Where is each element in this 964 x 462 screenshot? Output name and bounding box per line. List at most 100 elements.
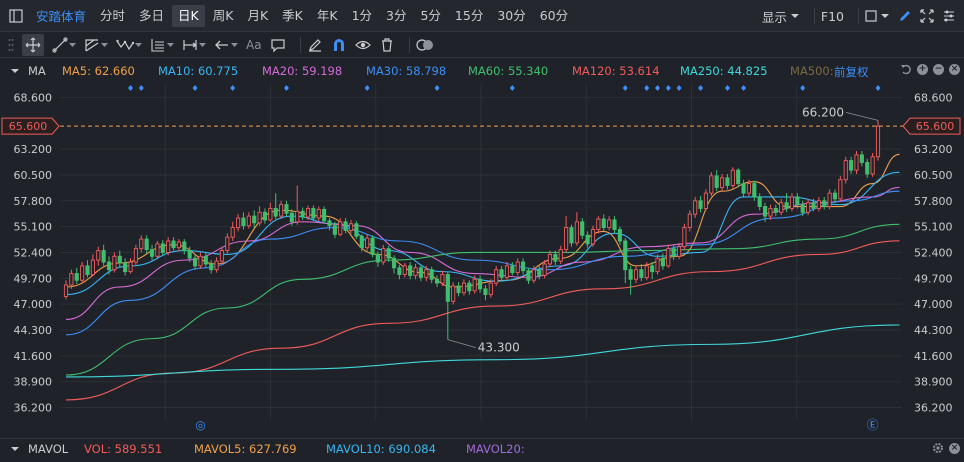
- period-tab[interactable]: 日K: [172, 4, 205, 27]
- period-tab[interactable]: 3分: [380, 5, 412, 27]
- chevron-down-icon: [135, 42, 142, 47]
- sidebar-toggle-icon[interactable]: [6, 6, 26, 26]
- candle-body: [870, 156, 875, 175]
- candle-body: [434, 278, 440, 284]
- candle: [494, 265, 499, 286]
- event-marker-diamond: [622, 85, 628, 91]
- undo-icon[interactable]: [900, 63, 912, 75]
- candle-body: [596, 218, 601, 230]
- candle-body: [779, 202, 784, 213]
- stock-name[interactable]: 安踏体育: [36, 6, 86, 25]
- ma60-value: MA60: 55.340: [468, 64, 549, 78]
- magnet-icon[interactable]: [331, 34, 347, 56]
- display-dropdown[interactable]: 显示: [762, 7, 800, 26]
- eye-icon[interactable]: [354, 34, 371, 56]
- candle: [456, 282, 461, 297]
- candle-body: [252, 215, 257, 224]
- divider: [858, 8, 859, 24]
- candle-body: [343, 221, 348, 231]
- add-indicator-icon[interactable]: +: [917, 63, 928, 75]
- trend-line-icon[interactable]: [52, 34, 76, 56]
- ma-indicator-label[interactable]: MA: [28, 64, 46, 78]
- candle: [198, 252, 203, 269]
- channel-line-icon[interactable]: [84, 34, 108, 56]
- event-marker-diamond: [665, 85, 671, 91]
- candle-body: [445, 274, 450, 302]
- period-tab[interactable]: 5分: [414, 5, 446, 27]
- period-tab[interactable]: 30分: [491, 5, 531, 27]
- divider: [813, 8, 815, 24]
- candle-body: [106, 261, 112, 271]
- settings-sliders-icon[interactable]: [942, 9, 956, 23]
- candlestick-chart[interactable]: ◎ Ⓔ 65.600 65.60066.20043.300 68.600 68.600…: [0, 80, 964, 436]
- event-marker-diamond: [676, 85, 682, 91]
- candle-body: [246, 215, 251, 227]
- event-markers: ◎ Ⓔ: [128, 85, 881, 432]
- y-tick-label-right: 49.700: [914, 272, 953, 285]
- wave-pattern-icon[interactable]: [116, 34, 142, 56]
- candle-body: [192, 257, 198, 267]
- period-tab[interactable]: 周K: [207, 5, 240, 27]
- candle: [752, 180, 757, 201]
- collapse-chevron-icon[interactable]: [10, 67, 20, 75]
- candle: [257, 206, 262, 226]
- candle: [90, 254, 95, 277]
- fullscreen-icon[interactable]: [920, 9, 934, 23]
- min-price-leader: [447, 339, 476, 348]
- candle-body: [504, 265, 510, 278]
- event-marker-diamond: [800, 85, 806, 91]
- period-tab[interactable]: 分时: [94, 5, 131, 27]
- arrow-left-icon[interactable]: [214, 34, 238, 56]
- candle: [601, 214, 606, 232]
- candle-body: [725, 177, 730, 186]
- chevron-down-icon: [167, 42, 174, 47]
- fibonacci-grid-icon[interactable]: [150, 34, 174, 56]
- eraser-pen-icon[interactable]: [307, 34, 323, 56]
- period-tab[interactable]: 年K: [311, 5, 344, 27]
- drag-handle-icon[interactable]: [8, 34, 14, 56]
- period-tab[interactable]: 月K: [241, 5, 274, 27]
- trash-icon[interactable]: [379, 34, 395, 56]
- candle-body: [612, 219, 617, 230]
- candle: [144, 235, 149, 254]
- candle-body: [182, 241, 187, 252]
- candle: [311, 205, 316, 221]
- expand-chevron-icon[interactable]: [10, 445, 20, 453]
- period-tab[interactable]: 60分: [534, 5, 574, 27]
- candle-body: [580, 221, 585, 236]
- period-tab[interactable]: 15分: [449, 5, 489, 27]
- text-tool-button[interactable]: Aa: [246, 34, 262, 56]
- period-tab[interactable]: 1分: [346, 5, 378, 27]
- toggle-drawings-icon[interactable]: [415, 34, 434, 56]
- period-tab[interactable]: 多日: [133, 5, 170, 27]
- draw-pen-icon[interactable]: [898, 9, 912, 23]
- candle-body: [381, 248, 386, 263]
- candle-series: [63, 120, 881, 340]
- period-tab[interactable]: 季K: [276, 5, 309, 27]
- close-indicator-icon[interactable]: ×: [949, 442, 960, 454]
- mavol-indicator-label[interactable]: MAVOL: [28, 442, 68, 456]
- candle-body: [483, 288, 488, 296]
- f10-button[interactable]: F10: [821, 9, 844, 24]
- candle-body: [440, 274, 445, 284]
- crosshair-move-icon[interactable]: [22, 33, 44, 56]
- candle: [279, 200, 284, 219]
- event-marker-diamond: [509, 85, 515, 91]
- candle-body: [806, 202, 811, 213]
- gear-icon[interactable]: [932, 442, 944, 454]
- candle: [574, 212, 579, 246]
- comment-icon[interactable]: [270, 34, 286, 56]
- window-mode-dropdown[interactable]: [865, 10, 890, 22]
- candle: [354, 220, 359, 240]
- candle-body: [537, 269, 542, 276]
- candle-body: [209, 263, 214, 271]
- range-measure-icon[interactable]: [182, 34, 206, 56]
- adjust-mode-button[interactable]: 前复权: [834, 64, 869, 80]
- candle-body: [413, 267, 418, 276]
- remove-indicator-icon[interactable]: −: [933, 63, 944, 75]
- y-tick-label-right: 41.600: [914, 350, 953, 363]
- close-indicator-icon[interactable]: ×: [949, 63, 960, 75]
- candle: [397, 264, 402, 280]
- candle-body: [682, 227, 687, 248]
- candle: [779, 198, 784, 216]
